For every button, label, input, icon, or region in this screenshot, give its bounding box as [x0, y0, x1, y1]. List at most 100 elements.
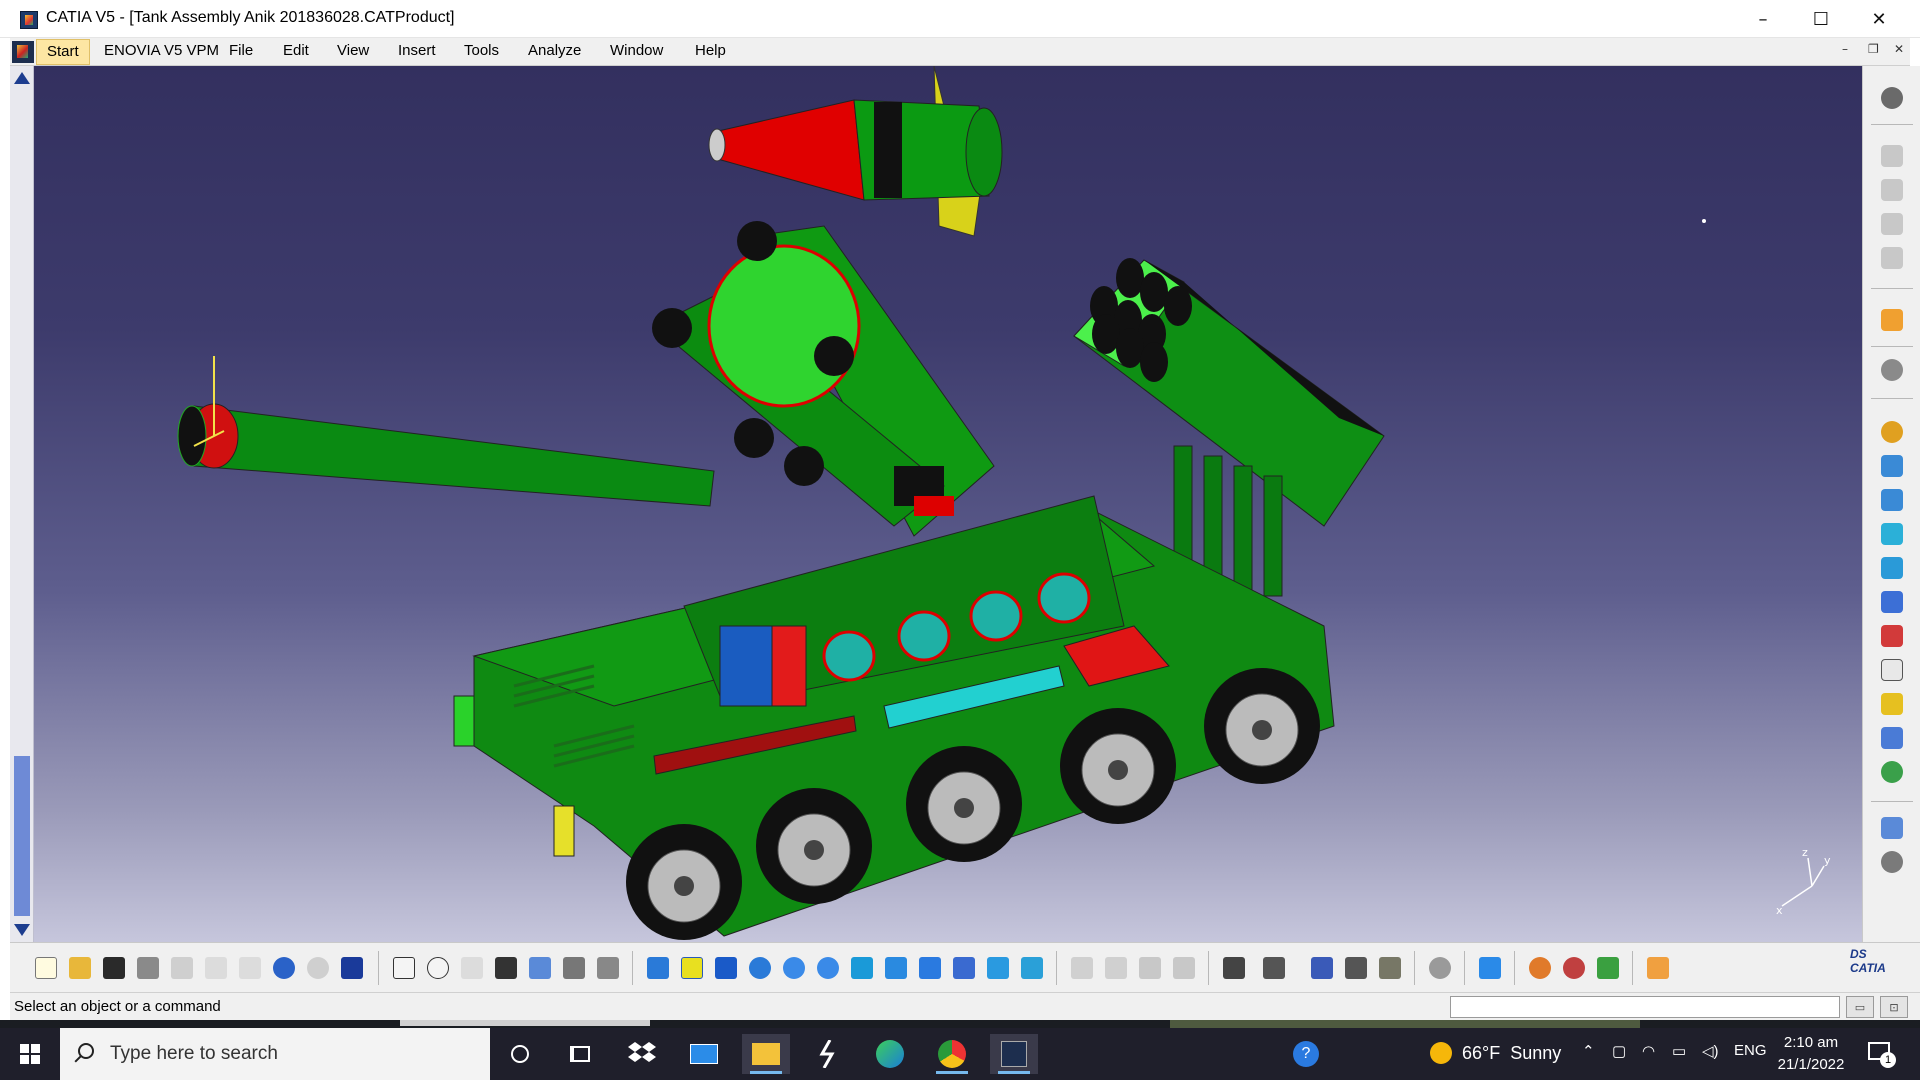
status-options-button[interactable]: ⊡	[1880, 996, 1908, 1018]
chrome-icon[interactable]	[928, 1034, 976, 1074]
compass-icon[interactable]	[1878, 84, 1906, 112]
scroll-down-icon[interactable]	[14, 924, 30, 936]
menu-insert[interactable]: Insert	[398, 42, 436, 59]
catia-icon[interactable]	[990, 1034, 1038, 1074]
zoom-out-icon[interactable]	[814, 954, 842, 982]
scene-icon[interactable]	[1260, 954, 1288, 982]
taskbar-search[interactable]: Type here to search	[60, 1028, 490, 1080]
scroll-thumb[interactable]	[14, 756, 30, 916]
menu-start[interactable]: Start	[36, 39, 90, 65]
doc-minimize-button[interactable]: –	[1842, 42, 1848, 56]
show-hidden-icons-icon[interactable]: ⌃	[1582, 1042, 1595, 1060]
tree-icon[interactable]	[526, 954, 554, 982]
swap-visible-icon[interactable]	[1018, 954, 1046, 982]
mail-icon[interactable]	[680, 1034, 728, 1074]
minimize-button[interactable]: –	[1734, 0, 1792, 38]
task-view-icon[interactable]	[556, 1034, 604, 1074]
wheel[interactable]	[1060, 708, 1176, 824]
component-icon[interactable]	[1136, 954, 1164, 982]
viewport-scrollbar[interactable]	[10, 66, 34, 942]
normal-view-icon[interactable]	[848, 954, 876, 982]
main-gun-barrel[interactable]	[177, 356, 715, 507]
catia-app-icon[interactable]	[20, 11, 38, 29]
maximize-button[interactable]: ☐	[1792, 0, 1850, 38]
file-explorer-icon[interactable]	[742, 1034, 790, 1074]
insert-component-icon[interactable]	[1878, 452, 1906, 480]
multi-view-icon[interactable]	[882, 954, 910, 982]
fly-icon[interactable]	[644, 954, 672, 982]
rotate-icon[interactable]	[746, 954, 774, 982]
power-input-field[interactable]	[1450, 996, 1840, 1018]
tank-hull[interactable]	[453, 495, 1335, 937]
menu-help[interactable]: Help	[695, 42, 726, 59]
scroll-up-icon[interactable]	[14, 72, 30, 84]
table-icon[interactable]	[492, 954, 520, 982]
menu-view[interactable]: View	[337, 42, 369, 59]
generate-numbering-icon[interactable]	[1878, 588, 1906, 616]
offset-icon[interactable]	[1878, 758, 1906, 786]
wheel[interactable]	[1204, 668, 1320, 784]
insert-product-icon[interactable]	[1878, 418, 1906, 446]
print-icon[interactable]	[134, 954, 162, 982]
paste-icon[interactable]	[236, 954, 264, 982]
formula-icon[interactable]	[390, 954, 418, 982]
capture-icon[interactable]	[1220, 954, 1248, 982]
cortana-icon[interactable]	[496, 1034, 544, 1074]
measure-between-icon[interactable]	[1308, 954, 1336, 982]
manipulation-icon[interactable]	[1878, 244, 1906, 272]
battery-icon[interactable]: ▭	[1672, 1042, 1686, 1060]
fix-icon[interactable]	[1878, 176, 1906, 204]
existing-component-icon[interactable]	[1878, 486, 1906, 514]
select-icon[interactable]	[1878, 306, 1906, 334]
notification-center-icon[interactable]: 1	[1866, 1040, 1896, 1068]
grid-icon[interactable]	[1644, 954, 1672, 982]
menu-tools[interactable]: Tools	[464, 42, 499, 59]
freeze-icon[interactable]	[1878, 142, 1906, 170]
zoom-in-icon[interactable]	[780, 954, 808, 982]
open-icon[interactable]	[66, 954, 94, 982]
cut-icon[interactable]	[168, 954, 196, 982]
apply-material-icon[interactable]	[1560, 954, 1588, 982]
contact-icon[interactable]	[1878, 724, 1906, 752]
tank-model[interactable]: x z y	[34, 66, 1864, 942]
menu-window[interactable]: Window	[610, 42, 663, 59]
angle-icon[interactable]	[1878, 814, 1906, 842]
language-indicator[interactable]: ENG	[1734, 1042, 1767, 1059]
redo-icon[interactable]	[304, 954, 332, 982]
render-icon[interactable]	[1526, 954, 1554, 982]
missile[interactable]	[708, 66, 1003, 237]
weather-widget[interactable]: 66°F Sunny	[1430, 1042, 1561, 1064]
volume-icon[interactable]: ◁)	[1702, 1042, 1719, 1060]
replace-component-icon[interactable]	[1878, 520, 1906, 548]
pan-icon[interactable]	[712, 954, 740, 982]
measure-item-icon[interactable]	[1342, 954, 1370, 982]
copy-icon[interactable]	[202, 954, 230, 982]
fix-together-icon[interactable]	[1878, 210, 1906, 238]
update-all-icon[interactable]	[1426, 954, 1454, 982]
material-library-icon[interactable]	[1594, 954, 1622, 982]
bill-of-material-icon[interactable]	[1878, 622, 1906, 650]
fit-all-icon[interactable]	[678, 954, 706, 982]
graph-tree-icon[interactable]	[1878, 554, 1906, 582]
menu-analyze[interactable]: Analyze	[528, 42, 581, 59]
assembly-icon[interactable]	[1170, 954, 1198, 982]
catia-menu-icon[interactable]	[12, 41, 34, 63]
menu-file[interactable]: File	[229, 42, 253, 59]
close-button[interactable]: ✕	[1850, 0, 1908, 38]
link-icon[interactable]	[1068, 954, 1096, 982]
shading-icon[interactable]	[950, 954, 978, 982]
measure-inertia-icon[interactable]	[1376, 954, 1404, 982]
meet-now-icon[interactable]: ▢	[1612, 1042, 1626, 1060]
taskbar-clock[interactable]: 2:10 am 21/1/2022	[1772, 1032, 1850, 1076]
help-icon[interactable]: ?	[1282, 1034, 1330, 1074]
reorder-icon[interactable]	[1102, 954, 1130, 982]
constraints-icon[interactable]	[1878, 656, 1906, 684]
winamp-icon[interactable]	[804, 1034, 852, 1074]
measure-icon[interactable]	[458, 954, 486, 982]
reuse-pattern-icon[interactable]	[1878, 848, 1906, 876]
doc-close-button[interactable]: ✕	[1894, 42, 1904, 56]
windows-start-button[interactable]	[0, 1028, 60, 1080]
menu-enovia[interactable]: ENOVIA V5 VPM	[104, 42, 219, 59]
menu-edit[interactable]: Edit	[283, 42, 309, 59]
whats-this-icon[interactable]	[338, 954, 366, 982]
